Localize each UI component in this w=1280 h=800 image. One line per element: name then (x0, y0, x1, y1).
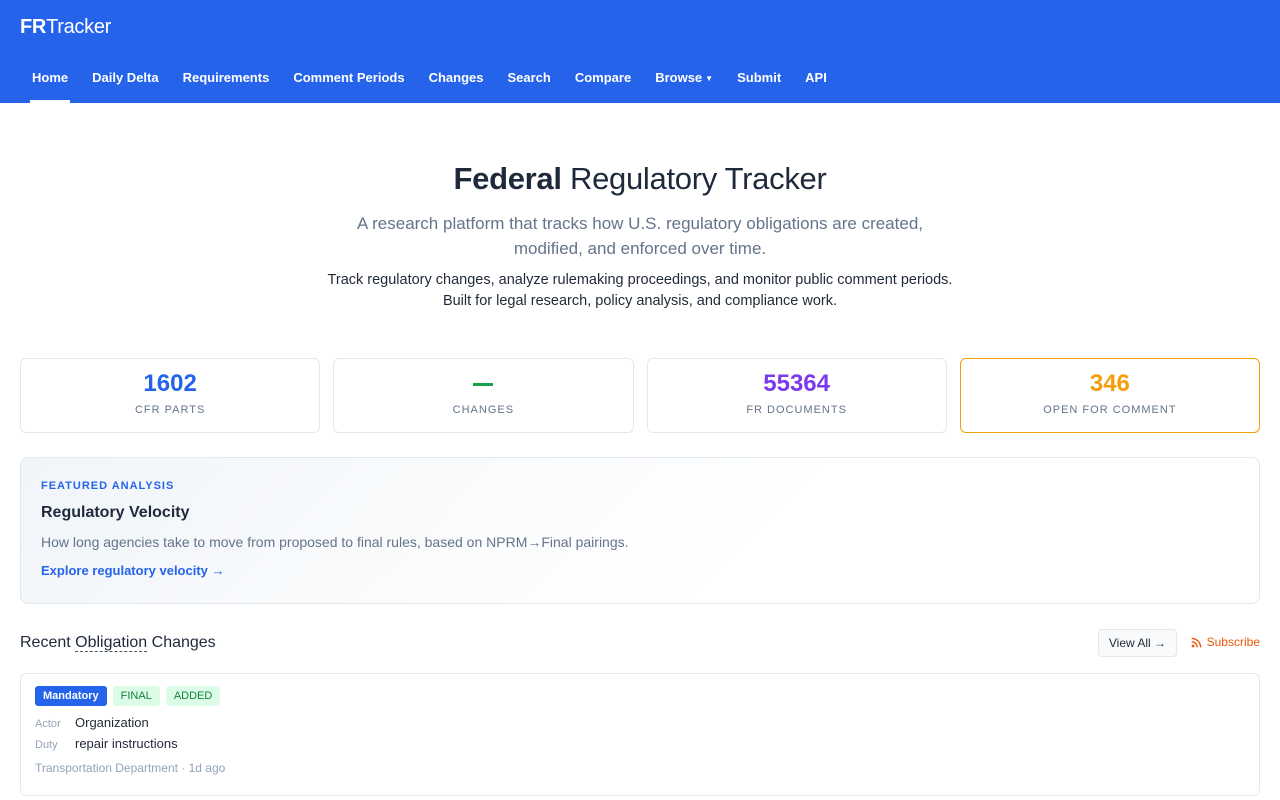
brand-bold: FR (20, 16, 47, 38)
nav-comment-periods[interactable]: Comment Periods (281, 58, 416, 103)
badge-row: Mandatory FINAL ADDED (35, 686, 1245, 706)
title-post: Changes (147, 634, 216, 651)
desc-line-1: Track regulatory changes, analyze rulema… (327, 272, 953, 288)
change-meta: Transportation Department · 1d ago (35, 761, 226, 775)
duty-label: Duty (35, 739, 58, 751)
recent-changes-header: Recent Obligation Changes View All → Sub… (20, 629, 1260, 657)
nav-changes[interactable]: Changes (417, 58, 496, 103)
nav-home[interactable]: Home (20, 58, 80, 103)
stat-label: FR DOCUMENTS (746, 404, 847, 416)
stat-value: 55364 (763, 370, 830, 397)
section-title: Recent Obligation Changes (20, 634, 216, 652)
nav-search[interactable]: Search (495, 58, 562, 103)
hero: Federal Regulatory Tracker A research pl… (0, 103, 1280, 312)
actor-row: Actor Organization (35, 715, 1245, 730)
duty-row: Duty repair instructions (35, 736, 1245, 751)
subscribe-link[interactable]: Subscribe (1191, 635, 1260, 649)
featured-title: Regulatory Velocity (41, 504, 190, 521)
obligation-term[interactable]: Obligation (75, 634, 148, 652)
title-rest: Regulatory Tracker (561, 161, 827, 196)
featured-description: How long agencies take to move from prop… (41, 534, 629, 550)
badge-added: ADDED (165, 686, 221, 706)
actor-value: Organization (75, 715, 149, 730)
stats-row: 1602 CFR PARTS CHANGES 55364 FR DOCUMENT… (0, 358, 1280, 433)
duty-value: repair instructions (75, 736, 178, 751)
stat-label: CFR PARTS (134, 404, 206, 416)
badge-final: FINAL (112, 686, 160, 706)
nav-compare[interactable]: Compare (563, 58, 643, 103)
stat-value (334, 370, 632, 398)
nav-daily-delta[interactable]: Daily Delta (80, 58, 170, 103)
brand-logo[interactable]: FRTracker (20, 16, 111, 39)
explore-velocity-link[interactable]: Explore regulatory velocity → (41, 563, 225, 578)
stat-value: 346 (1089, 370, 1130, 397)
title-bold: Federal (453, 161, 562, 196)
title-pre: Recent (20, 634, 76, 651)
featured-kicker: FEATURED ANALYSIS (41, 480, 175, 492)
nav-submit[interactable]: Submit (725, 58, 793, 103)
main-nav: Home Daily Delta Requirements Comment Pe… (20, 58, 839, 103)
stat-changes[interactable]: CHANGES (333, 358, 634, 433)
actor-label: Actor (35, 718, 61, 730)
nav-browse-label: Browse (655, 70, 703, 85)
rss-icon (1191, 637, 1201, 647)
change-card[interactable]: Mandatory FINAL ADDED Actor Organization… (20, 673, 1260, 796)
badge-mandatory: Mandatory (35, 686, 107, 706)
caret-down-icon: ▼ (705, 74, 714, 83)
featured-analysis-card: FEATURED ANALYSIS Regulatory Velocity Ho… (20, 457, 1260, 604)
brand-regular: Tracker (46, 16, 112, 38)
stat-label: OPEN FOR COMMENT (1043, 404, 1177, 416)
loading-dash-icon (473, 383, 494, 387)
subtitle-line-1: A research platform that tracks how U.S.… (357, 214, 923, 233)
nav-requirements[interactable]: Requirements (171, 58, 282, 103)
stat-label: CHANGES (452, 404, 515, 416)
page-title: Federal Regulatory Tracker (0, 161, 1280, 197)
nav-browse[interactable]: Browse ▼ (643, 58, 725, 103)
view-all-button[interactable]: View All → (1097, 629, 1177, 657)
nav-api[interactable]: API (793, 58, 839, 103)
stat-fr-documents[interactable]: 55364 FR DOCUMENTS (646, 358, 947, 433)
stat-value: 1602 (143, 370, 197, 397)
stat-open-for-comment[interactable]: 346 OPEN FOR COMMENT (959, 358, 1260, 433)
hero-subtitle: A research platform that tracks how U.S.… (0, 211, 1280, 261)
top-header: FRTracker Home Daily Delta Requirements … (0, 0, 1280, 103)
hero-description: Track regulatory changes, analyze rulema… (0, 270, 1280, 312)
stat-cfr-parts[interactable]: 1602 CFR PARTS (20, 358, 321, 433)
subtitle-line-2: modified, and enforced over time. (513, 239, 767, 258)
subscribe-label: Subscribe (1206, 635, 1260, 649)
desc-line-2: Built for legal research, policy analysi… (442, 293, 838, 309)
